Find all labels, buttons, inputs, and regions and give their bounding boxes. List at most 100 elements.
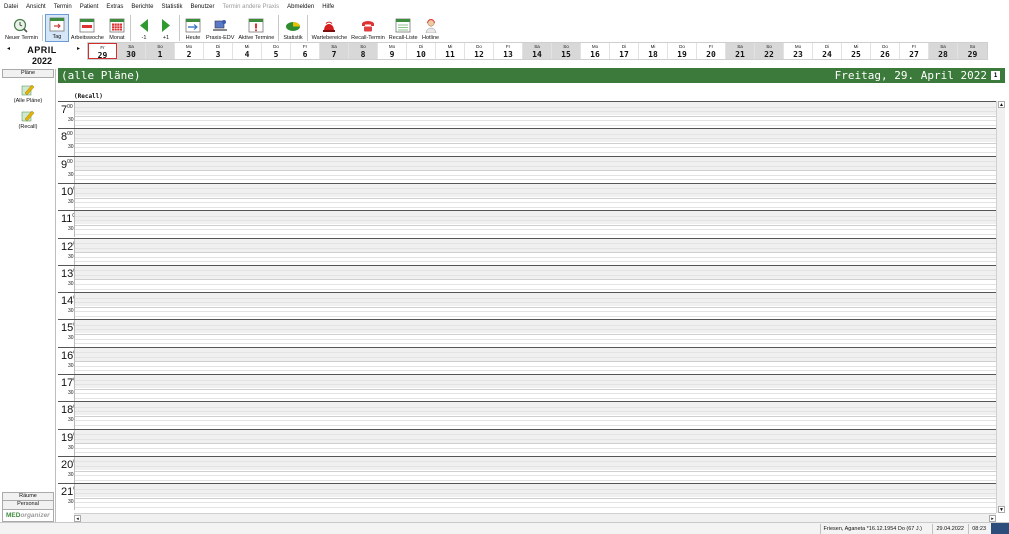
- menu-item[interactable]: Datei: [4, 4, 18, 10]
- time-slots[interactable]: [74, 347, 996, 374]
- hour-row[interactable]: 200030: [58, 455, 996, 484]
- time-slots[interactable]: [74, 183, 996, 211]
- menu-item[interactable]: Ansicht: [26, 4, 46, 10]
- hour-row[interactable]: 700 30: [58, 101, 996, 129]
- hour-row[interactable]: 120030: [58, 237, 996, 265]
- hour-row[interactable]: 900 30: [58, 155, 996, 183]
- time-slots[interactable]: [74, 320, 996, 347]
- vertical-scrollbar[interactable]: ▲ ▼: [996, 101, 1005, 513]
- day-cell[interactable]: Fr 29: [88, 43, 117, 59]
- day-cell[interactable]: So 29: [958, 43, 987, 59]
- day-cell[interactable]: Mi 11: [436, 43, 465, 59]
- day-cell[interactable]: So 22: [755, 43, 784, 59]
- workweek-view-button[interactable]: Arbeitswoche: [69, 14, 106, 42]
- time-slots[interactable]: [74, 375, 996, 402]
- active-appointments-button[interactable]: Aktive Termine: [236, 14, 276, 42]
- day-cell[interactable]: Sa 28: [929, 43, 958, 59]
- next-day-button[interactable]: +1: [155, 14, 177, 42]
- horizontal-scrollbar[interactable]: ◂ ▸: [74, 513, 996, 522]
- hour-row[interactable]: 190030: [58, 428, 996, 456]
- today-button[interactable]: Heute: [182, 14, 204, 42]
- time-slots[interactable]: [74, 456, 996, 484]
- hour-row[interactable]: 130030: [58, 264, 996, 293]
- day-cell[interactable]: So 15: [552, 43, 581, 59]
- menu-item[interactable]: Abmelden: [287, 4, 314, 10]
- day-cell[interactable]: Di 10: [407, 43, 436, 59]
- day-cell[interactable]: Do 26: [871, 43, 900, 59]
- new-appointment-button[interactable]: Neuer Termin: [3, 14, 40, 42]
- scroll-left-icon[interactable]: ◂: [74, 515, 81, 522]
- day-cell[interactable]: Sa 7: [320, 43, 349, 59]
- waiting-areas-button[interactable]: Wartebereiche: [310, 14, 350, 42]
- time-slots[interactable]: [74, 129, 996, 156]
- hour-row[interactable]: 210030: [58, 483, 996, 511]
- day-cell[interactable]: Fr 20: [697, 43, 726, 59]
- day-cell[interactable]: Fr 13: [494, 43, 523, 59]
- hotline-button[interactable]: Hotline: [420, 14, 442, 42]
- previous-day-button[interactable]: -1: [133, 14, 155, 42]
- time-slots[interactable]: [74, 484, 996, 511]
- day-cell[interactable]: Mi 4: [233, 43, 262, 59]
- time-slots[interactable]: [74, 156, 996, 183]
- day-cell[interactable]: So 1: [146, 43, 175, 59]
- time-slots[interactable]: [74, 402, 996, 429]
- day-cell[interactable]: Mo 16: [581, 43, 610, 59]
- hour-row[interactable]: 140030: [58, 292, 996, 320]
- day-cell[interactable]: Do 12: [465, 43, 494, 59]
- scroll-up-icon[interactable]: ▲: [998, 101, 1005, 108]
- time-slots[interactable]: [74, 293, 996, 320]
- time-slots[interactable]: [74, 238, 996, 265]
- recall-appointment-button[interactable]: Recall-Termin: [349, 14, 387, 42]
- praxis-edv-button[interactable]: Praxis-EDV: [204, 14, 236, 42]
- day-view-button[interactable]: Tag: [44, 14, 69, 42]
- day-cell[interactable]: Mo 2: [175, 43, 204, 59]
- day-cell[interactable]: Di 17: [610, 43, 639, 59]
- day-cell[interactable]: Sa 21: [726, 43, 755, 59]
- calendar-icon[interactable]: 1: [991, 71, 1000, 80]
- statistics-button[interactable]: Statistik: [281, 14, 304, 42]
- menu-item[interactable]: Berichte: [131, 4, 153, 10]
- menu-item[interactable]: Patient: [80, 4, 99, 10]
- scroll-right-icon[interactable]: ▸: [989, 515, 996, 522]
- recall-list-button[interactable]: Recall-Liste: [387, 14, 420, 42]
- day-cell[interactable]: Mi 18: [639, 43, 668, 59]
- hour-row[interactable]: 180030: [58, 401, 996, 429]
- day-cell[interactable]: Do 5: [262, 43, 291, 59]
- day-cell[interactable]: Sa 30: [117, 43, 146, 59]
- time-slots[interactable]: [74, 211, 996, 238]
- day-cell[interactable]: So 8: [349, 43, 378, 59]
- hour-row[interactable]: 800 30: [58, 128, 996, 156]
- menu-item[interactable]: Hilfe: [322, 4, 334, 10]
- menu-item[interactable]: Termin: [54, 4, 72, 10]
- next-month-icon[interactable]: ▸: [77, 45, 80, 52]
- day-cell[interactable]: Fr 27: [900, 43, 929, 59]
- sidebar-item-recall[interactable]: (Recall): [2, 108, 54, 130]
- scroll-down-icon[interactable]: ▼: [998, 506, 1005, 513]
- day-cell[interactable]: Mi 25: [842, 43, 871, 59]
- hour-row[interactable]: 150030: [58, 319, 996, 347]
- sidebar-item-all-plans[interactable]: (Alle Pläne): [2, 82, 54, 104]
- time-grid[interactable]: 7003080030900301000301100301200301300301…: [58, 101, 996, 513]
- menu-item[interactable]: Benutzer: [190, 4, 214, 10]
- day-cell[interactable]: Di 3: [204, 43, 233, 59]
- menu-item[interactable]: Extras: [106, 4, 123, 10]
- time-slots[interactable]: [74, 265, 996, 293]
- menu-item[interactable]: Termin andere Praxis: [222, 4, 279, 10]
- day-cell[interactable]: Fr 6: [291, 43, 320, 59]
- hour-row[interactable]: 160030: [58, 346, 996, 374]
- time-slots[interactable]: [74, 429, 996, 456]
- day-cell[interactable]: Sa 14: [523, 43, 552, 59]
- hour-row[interactable]: 110030: [58, 210, 996, 238]
- day-cell[interactable]: Mo 9: [378, 43, 407, 59]
- menu-item[interactable]: Statistik: [161, 4, 182, 10]
- time-slots[interactable]: [74, 102, 996, 129]
- day-cell[interactable]: Mo 23: [784, 43, 813, 59]
- plans-tab[interactable]: Pläne: [2, 69, 54, 78]
- previous-month-icon[interactable]: ◂: [7, 45, 10, 52]
- month-view-button[interactable]: Monat: [106, 14, 128, 42]
- day-cell[interactable]: Di 24: [813, 43, 842, 59]
- hour-row[interactable]: 170030: [58, 374, 996, 402]
- hour-row[interactable]: 100030: [58, 182, 996, 211]
- rooms-tab[interactable]: Räume: [2, 492, 54, 501]
- staff-tab[interactable]: Personal: [2, 501, 54, 510]
